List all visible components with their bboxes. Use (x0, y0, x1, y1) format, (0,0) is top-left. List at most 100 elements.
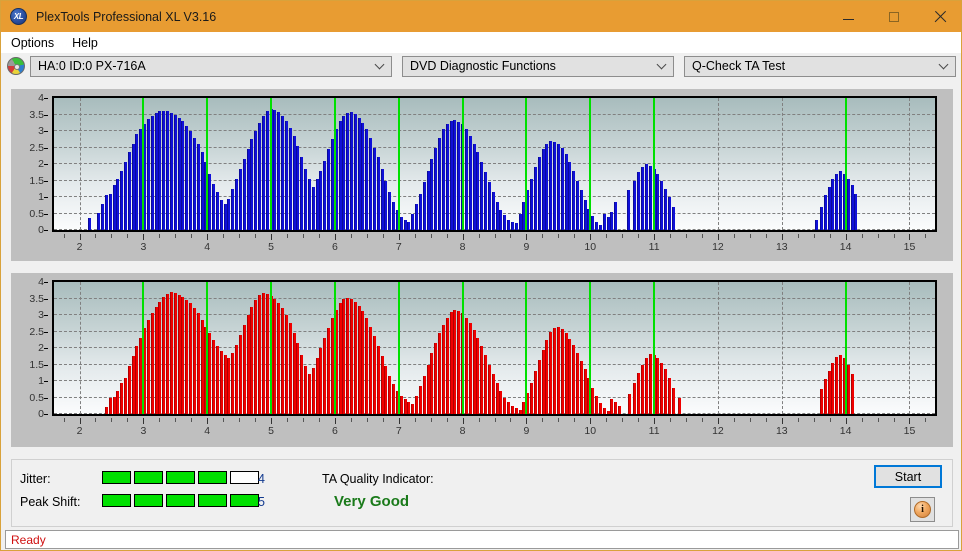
chart-bar (185, 300, 189, 414)
chart-bar (392, 384, 396, 414)
ta-quality-label: TA Quality Indicator: (322, 472, 434, 486)
chart-bar (361, 311, 365, 414)
chart-bar (112, 185, 116, 230)
chart-bar (292, 333, 296, 414)
chart-bar (162, 296, 166, 414)
x-axis-label: 12 (712, 425, 724, 437)
chart-bar (338, 121, 342, 230)
chart-bar (445, 317, 449, 414)
ta-quality-value: Very Good (334, 493, 410, 510)
x-axis-label: 8 (459, 425, 466, 437)
chart-bar (644, 357, 648, 414)
jitter-meter (102, 471, 259, 484)
x-axis-tick (127, 418, 129, 422)
menu-item-help[interactable]: Help (64, 34, 106, 52)
chart-bar (610, 211, 614, 230)
x-axis-tick (191, 418, 193, 422)
chart-bar (304, 168, 308, 230)
drive-select[interactable]: HA:0 ID:0 PX-716A (30, 55, 392, 77)
chart-bar (250, 306, 254, 414)
start-button[interactable]: Start (874, 465, 942, 488)
chart-bar (277, 111, 281, 230)
chart-bar (819, 206, 823, 230)
chart-bar (353, 301, 357, 414)
x-axis-tick (622, 234, 624, 238)
y-axis-tick (44, 381, 48, 382)
chart-bar (150, 313, 154, 414)
chart-bar (131, 144, 135, 230)
chart-bar (315, 178, 319, 230)
minimize-button[interactable] (825, 1, 871, 32)
chart-bar (641, 167, 645, 230)
chart-bar (514, 223, 518, 230)
chart-bar (292, 135, 296, 230)
gridline-vertical (909, 282, 911, 414)
x-axis-tick (717, 234, 719, 240)
chart-bar (846, 364, 850, 414)
x-axis-tick (686, 418, 688, 422)
y-axis-label: 1.5 (29, 174, 44, 187)
function-select[interactable]: DVD Diagnostic Functions (402, 55, 674, 77)
x-axis-tick (318, 418, 320, 422)
chart-bar (656, 357, 660, 414)
chart-bar (602, 213, 606, 230)
track-marker (525, 282, 528, 414)
chart-bar (327, 149, 330, 230)
menu-item-options[interactable]: Options (3, 34, 62, 52)
chart-bar (169, 291, 173, 414)
jitter-chart-y-axis: 0 0.5 1 1.5 2 2.5 3 3.5 4 (12, 90, 48, 238)
chart-bar (227, 198, 231, 230)
chart-bar (265, 111, 269, 230)
chart-bar (112, 396, 116, 414)
chart-bar (430, 352, 434, 414)
x-axis-tick (302, 418, 304, 422)
meter-segment (230, 494, 259, 507)
chart-bar (606, 216, 610, 230)
x-axis-tick (207, 418, 209, 424)
chart-bar (514, 408, 518, 414)
chart-bar (664, 369, 668, 414)
maximize-button[interactable] (871, 1, 917, 32)
chart-bar (835, 173, 839, 230)
meter-segment (198, 471, 227, 484)
chart-bar (568, 162, 572, 230)
title-bar: XL PlexTools Professional XL V3.16 (1, 1, 961, 32)
x-axis-label: 13 (775, 241, 788, 253)
chart-bar (468, 135, 472, 230)
x-axis-label: 2 (76, 241, 83, 253)
chart-bar (549, 332, 553, 414)
chart-bar (135, 134, 139, 230)
meter-segment (102, 494, 131, 507)
chart-bar (457, 311, 461, 414)
close-button[interactable] (917, 1, 961, 32)
chart-bar (660, 180, 664, 230)
chart-bar (426, 170, 430, 230)
y-axis-label: 2.5 (29, 141, 44, 154)
x-axis-tick (813, 234, 815, 238)
chart-bar (338, 303, 342, 414)
chart-bar (365, 129, 369, 230)
x-axis-tick (733, 418, 735, 422)
x-axis-tick (159, 418, 161, 422)
track-marker (270, 282, 273, 414)
chart-bar (388, 376, 392, 414)
chart-bar (258, 295, 262, 414)
x-axis-tick (542, 418, 544, 422)
chart-bar (827, 371, 831, 414)
gridline-vertical (79, 98, 81, 230)
chart-bar (549, 140, 553, 230)
info-button[interactable]: i (910, 497, 935, 522)
chart-bar (464, 317, 468, 414)
test-select[interactable]: Q-Check TA Test (684, 55, 956, 77)
y-axis-label: 2.5 (29, 325, 44, 338)
chart-bar (633, 180, 637, 230)
track-marker (206, 282, 209, 414)
chart-bar (357, 305, 361, 414)
chart-bar (120, 382, 124, 414)
chart-bar (131, 356, 135, 414)
chart-bar (181, 296, 185, 414)
x-axis-label: 9 (523, 241, 530, 253)
chart-bar (560, 328, 564, 414)
chart-bar (215, 346, 219, 414)
peak-shift-chart-x-axis: 2 3 4 5 6 7 8 9 10 11 12 13 14 15 (52, 418, 937, 440)
